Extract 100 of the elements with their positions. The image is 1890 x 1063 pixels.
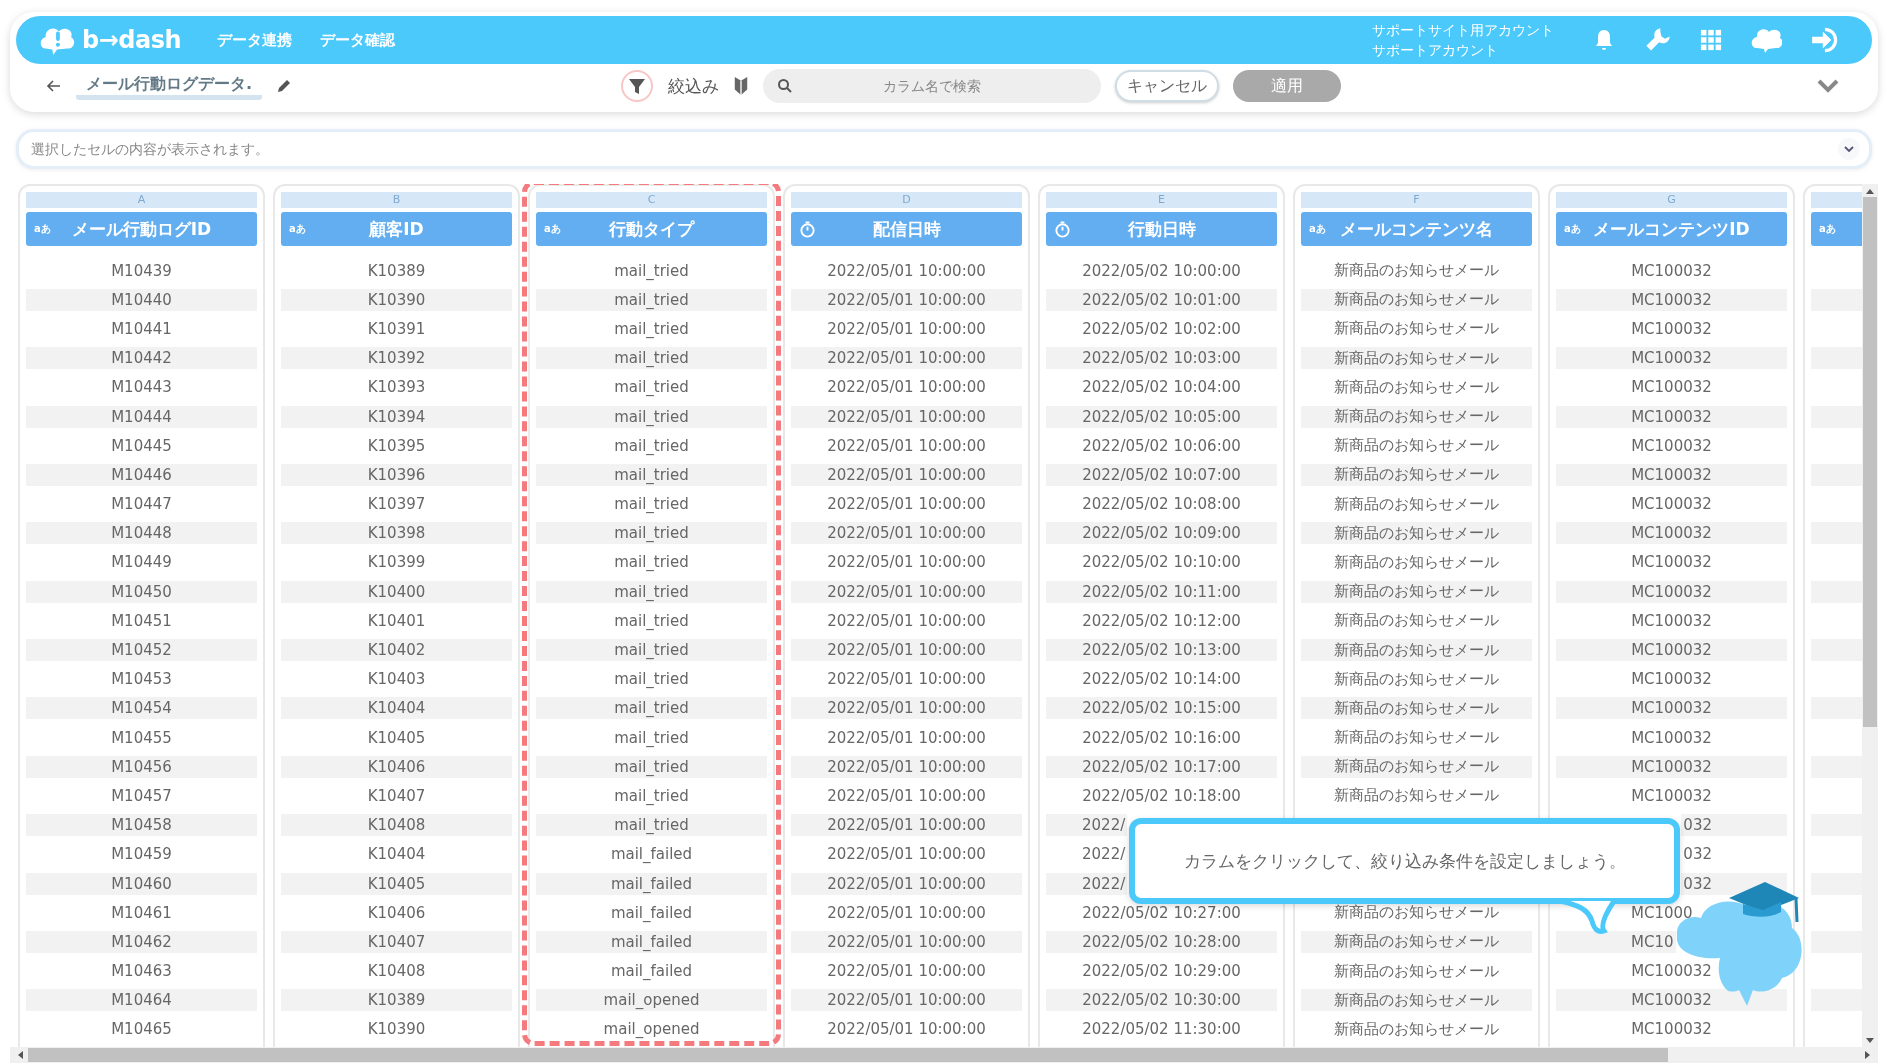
- table-cell[interactable]: K10400: [281, 580, 512, 603]
- table-cell[interactable]: 新商品のお知らせメール: [1332, 668, 1501, 691]
- table-cell[interactable]: 2022/05/02 10:00:00: [1080, 259, 1243, 282]
- table-cell[interactable]: 2022/05/02 10:12:00: [1080, 609, 1243, 632]
- table-cell[interactable]: 2022/05/02 10:18:00: [1080, 784, 1243, 807]
- table-cell[interactable]: K10394: [281, 405, 512, 428]
- table-cell[interactable]: K10405: [365, 726, 428, 749]
- table-cell[interactable]: K10397: [365, 493, 428, 516]
- table-cell[interactable]: 2022/05/01 10:00:00: [791, 463, 1022, 486]
- table-cell[interactable]: K10389: [281, 989, 512, 1012]
- scroll-down-icon[interactable]: [1865, 1037, 1875, 1045]
- table-cell[interactable]: mail_tried: [536, 522, 767, 545]
- cell-content-field[interactable]: 選択したセルの内容が表示されます。: [16, 129, 1872, 169]
- table-cell[interactable]: 2022/05/01 10:00:00: [825, 960, 988, 983]
- table-cell[interactable]: MC10: [1556, 930, 1676, 953]
- table-cell[interactable]: 2022/05/01 10:00:00: [791, 580, 1022, 603]
- table-cell[interactable]: 2022/05/01 10:00:00: [825, 726, 988, 749]
- table-cell[interactable]: K10396: [281, 463, 512, 486]
- table-cell[interactable]: MC100032: [1629, 609, 1714, 632]
- table-cell[interactable]: K10407: [365, 784, 428, 807]
- table-cell[interactable]: mail_tried: [612, 551, 691, 574]
- table-cell[interactable]: MC100032: [1629, 668, 1714, 691]
- table-cell[interactable]: K10408: [365, 960, 428, 983]
- scroll-left-icon[interactable]: [16, 1050, 24, 1060]
- table-cell[interactable]: M10459: [109, 843, 174, 866]
- back-arrow-icon[interactable]: [46, 78, 62, 94]
- table-cell[interactable]: 032: [1681, 814, 1787, 837]
- table-cell[interactable]: MC100032: [1629, 551, 1714, 574]
- table-cell[interactable]: M10445: [109, 434, 174, 457]
- table-cell[interactable]: 新商品のお知らせメール: [1332, 960, 1501, 983]
- table-cell[interactable]: 新商品のお知らせメール: [1332, 609, 1501, 632]
- table-cell[interactable]: 2022/05/02 10:07:00: [1046, 463, 1277, 486]
- table-cell[interactable]: K10393: [365, 376, 428, 399]
- pencil-icon[interactable]: [276, 78, 293, 94]
- table-cell[interactable]: 2022/05/01 10:00:00: [825, 1018, 988, 1041]
- table-cell[interactable]: 2022/05/01 10:00:00: [825, 784, 988, 807]
- table-cell[interactable]: 2022/: [1046, 872, 1128, 895]
- table-cell[interactable]: M10439: [109, 259, 174, 282]
- grid-icon[interactable]: [1700, 29, 1722, 51]
- cloud-icon[interactable]: [1750, 26, 1782, 54]
- table-cell[interactable]: M10461: [109, 901, 174, 924]
- table-cell[interactable]: K10403: [365, 668, 428, 691]
- table-cell[interactable]: 2022/05/01 10:00:00: [825, 493, 988, 516]
- table-cell[interactable]: M10455: [109, 726, 174, 749]
- table-cell[interactable]: M10440: [26, 288, 257, 311]
- table-cell[interactable]: 2022/05/02 10:10:00: [1080, 551, 1243, 574]
- chevron-down-icon[interactable]: [1816, 78, 1840, 94]
- table-cell[interactable]: M10450: [26, 580, 257, 603]
- table-cell[interactable]: M10446: [26, 463, 257, 486]
- table-cell[interactable]: K10408: [281, 814, 512, 837]
- table-cell[interactable]: 新商品のお知らせメール: [1301, 580, 1532, 603]
- table-cell[interactable]: 新商品のお知らせメール: [1301, 697, 1532, 720]
- table-cell[interactable]: MC100032: [1629, 726, 1714, 749]
- table-cell[interactable]: 2022/05/02 10:28:00: [1046, 930, 1277, 953]
- table-cell[interactable]: 2022/05/02 10:11:00: [1046, 580, 1277, 603]
- table-cell[interactable]: 2022/05/02 10:04:00: [1080, 376, 1243, 399]
- scroll-up-icon[interactable]: [1865, 187, 1875, 195]
- table-cell[interactable]: 2022/05/02 10:27:00: [1080, 901, 1243, 924]
- table-cell[interactable]: 2022/05/01 10:00:00: [791, 814, 1022, 837]
- table-cell[interactable]: K10406: [365, 901, 428, 924]
- table-cell[interactable]: 2022/05/01 10:00:00: [825, 901, 988, 924]
- table-cell[interactable]: 2022/05/01 10:00:00: [825, 551, 988, 574]
- table-cell[interactable]: K10390: [281, 288, 512, 311]
- table-cell[interactable]: mail_failed: [536, 930, 767, 953]
- table-cell[interactable]: 2022/05/01 10:00:00: [791, 639, 1022, 662]
- table-cell[interactable]: 2022/05/01 10:00:00: [791, 347, 1022, 370]
- table-cell[interactable]: 2022/05/02 10:02:00: [1080, 317, 1243, 340]
- table-cell[interactable]: MC100032: [1556, 989, 1787, 1012]
- table-cell[interactable]: M10464: [26, 989, 257, 1012]
- filter-icon[interactable]: [620, 69, 655, 103]
- table-cell[interactable]: mail_tried: [612, 726, 691, 749]
- table-cell[interactable]: 新商品のお知らせメール: [1332, 726, 1501, 749]
- table-cell[interactable]: MC100032: [1629, 784, 1714, 807]
- table-cell[interactable]: K10404: [281, 697, 512, 720]
- search-field[interactable]: カラム名で検索: [763, 69, 1102, 103]
- table-cell[interactable]: MC100032: [1556, 288, 1787, 311]
- table-cell[interactable]: MC100032: [1556, 580, 1787, 603]
- dataset-title[interactable]: メール行動ログデータ.: [76, 72, 263, 100]
- table-cell[interactable]: 新商品のお知らせメール: [1301, 347, 1532, 370]
- table-cell[interactable]: 2022/05/01 10:00:00: [825, 376, 988, 399]
- table-cell[interactable]: mail_failed: [608, 901, 695, 924]
- table-cell[interactable]: 2022/05/01 10:00:00: [791, 405, 1022, 428]
- table-cell[interactable]: MC100032: [1629, 493, 1714, 516]
- table-cell[interactable]: M10458: [26, 814, 257, 837]
- table-cell[interactable]: M10465: [109, 1018, 174, 1041]
- table-cell[interactable]: MC100032: [1629, 434, 1714, 457]
- table-cell[interactable]: 新商品のお知らせメール: [1332, 434, 1501, 457]
- table-cell[interactable]: M10444: [26, 405, 257, 428]
- table-cell[interactable]: K10399: [365, 551, 428, 574]
- table-cell[interactable]: MC100032: [1629, 960, 1714, 983]
- table-cell[interactable]: 新商品のお知らせメール: [1301, 522, 1532, 545]
- table-cell[interactable]: K10391: [365, 317, 428, 340]
- table-cell[interactable]: K10401: [365, 609, 428, 632]
- table-cell[interactable]: 2022/05/02 10:05:00: [1046, 405, 1277, 428]
- table-cell[interactable]: M10452: [26, 639, 257, 662]
- table-cell[interactable]: mail_tried: [536, 288, 767, 311]
- table-cell[interactable]: 2022/05/02 10:01:00: [1046, 288, 1277, 311]
- table-cell[interactable]: K10398: [281, 522, 512, 545]
- filter-label[interactable]: 絞込み: [668, 74, 720, 98]
- beginner-mark-icon[interactable]: [733, 76, 750, 96]
